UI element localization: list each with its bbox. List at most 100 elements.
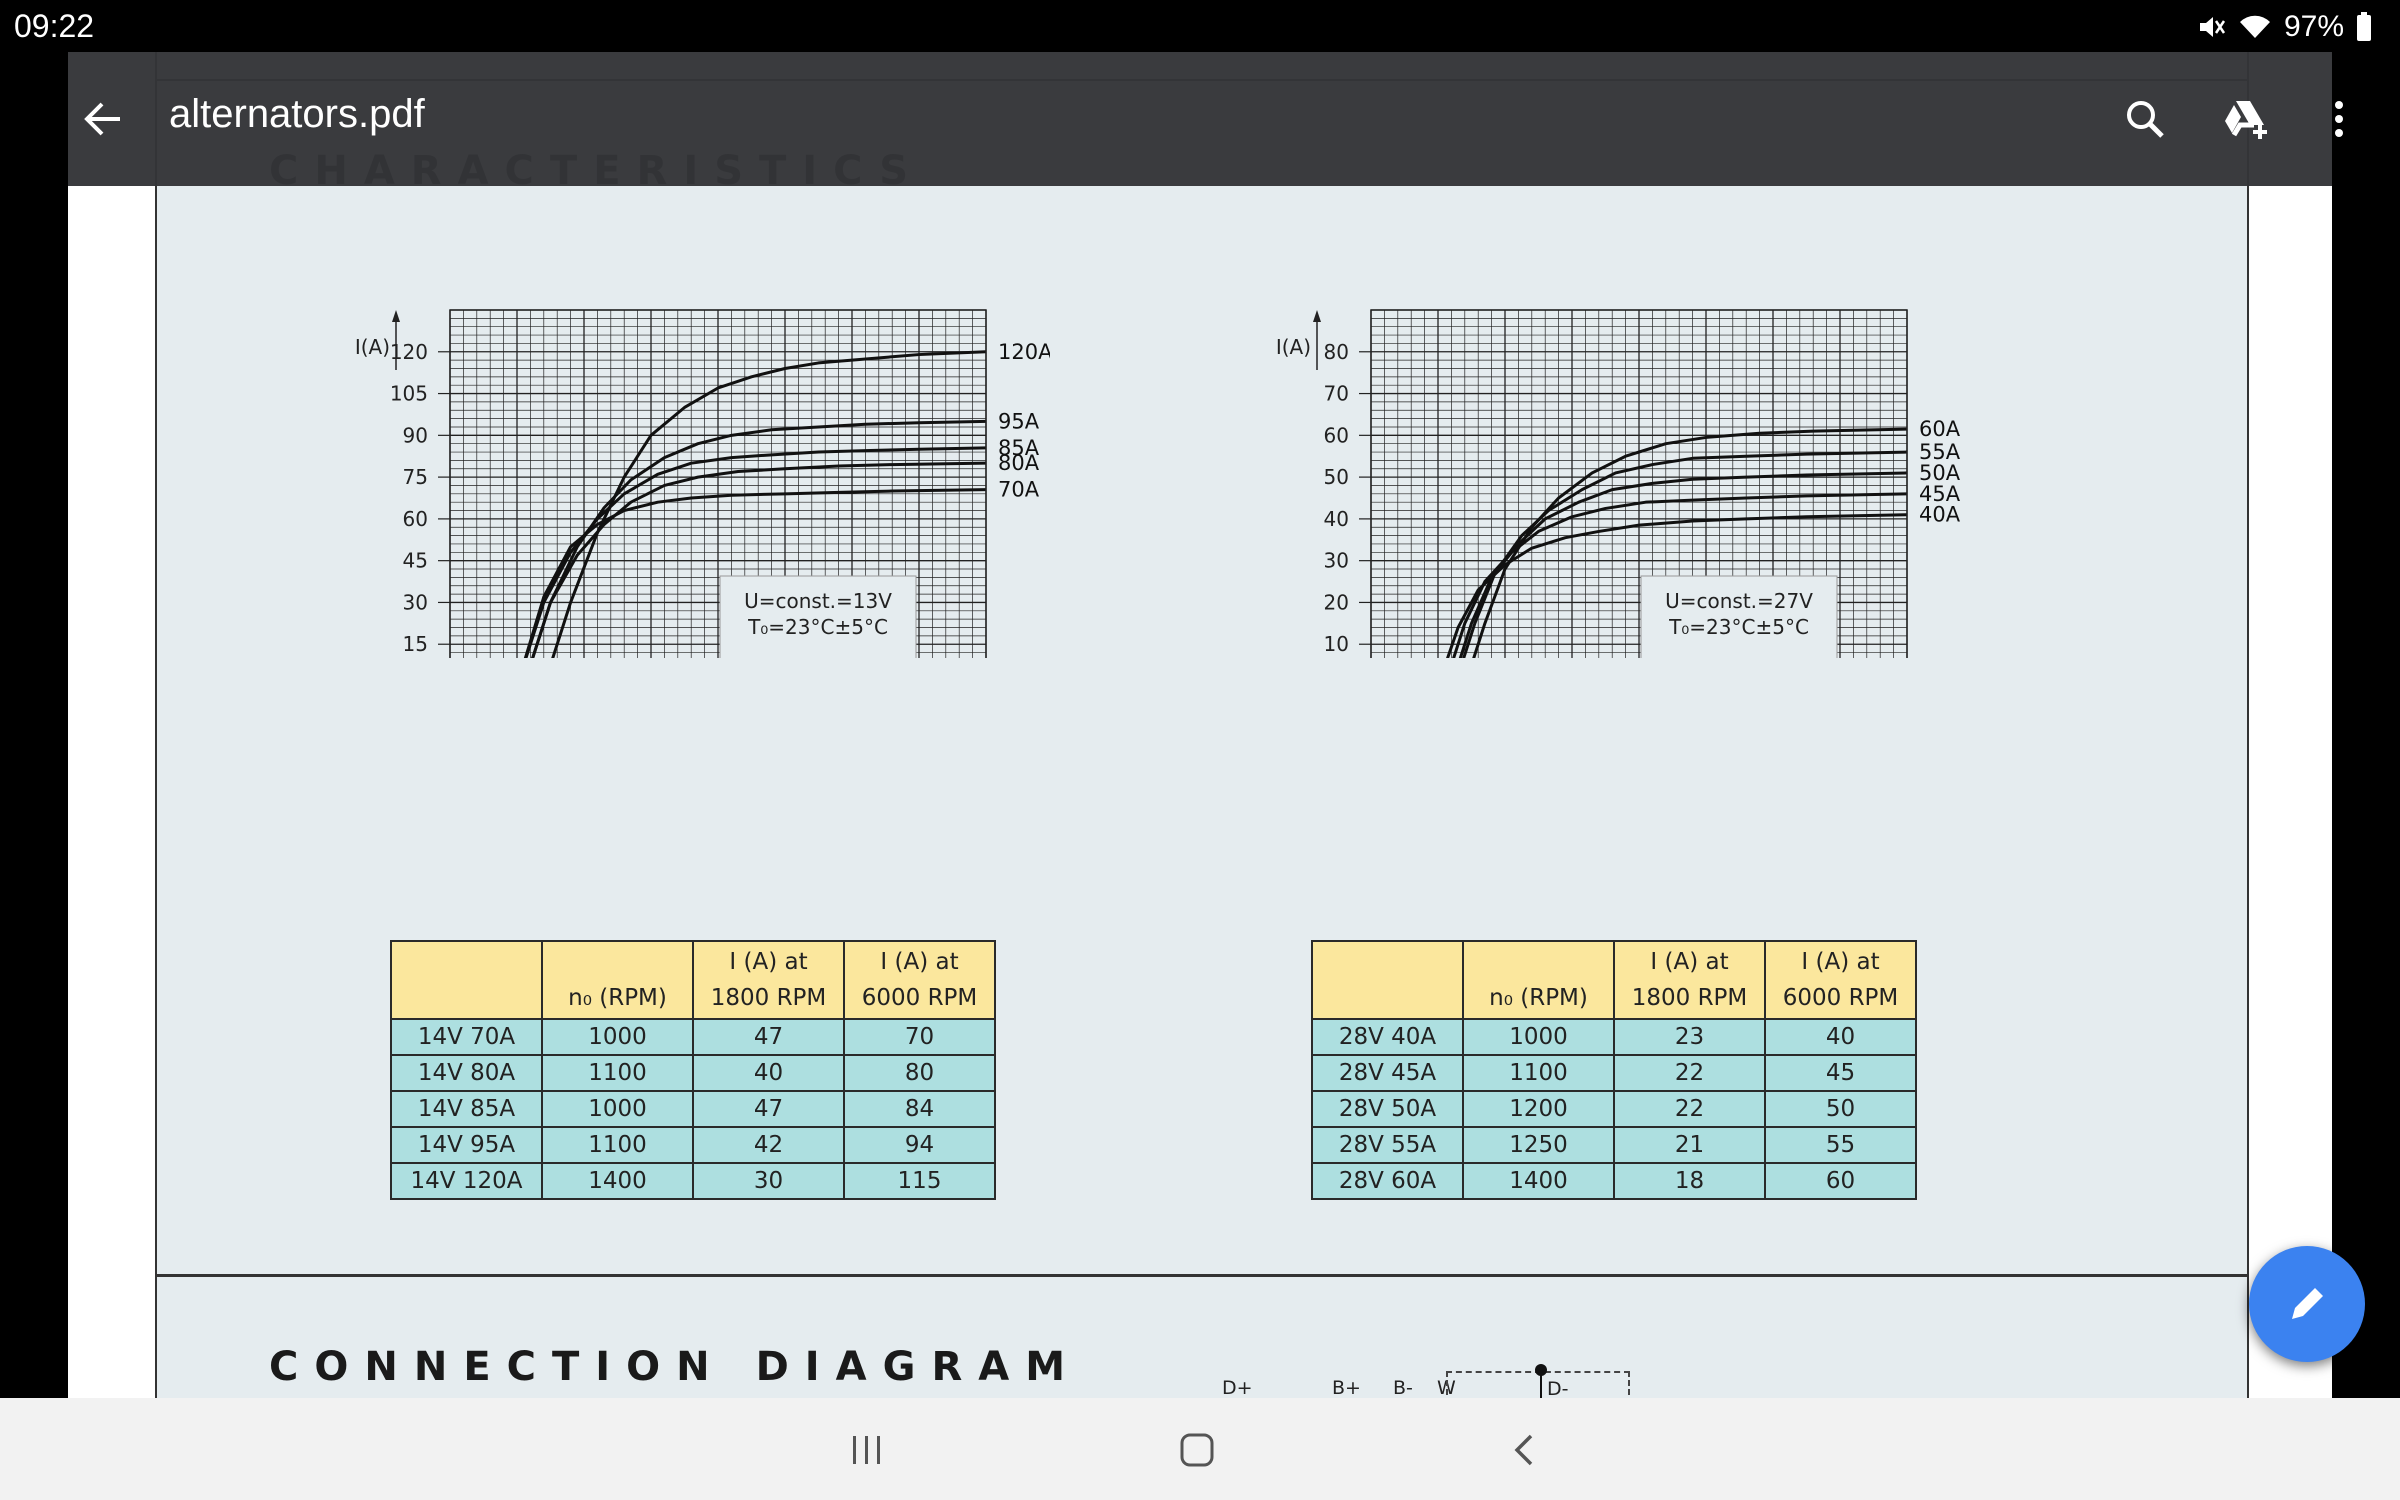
table-14v-header-row: n₀ (RPM) I (A) at 1800 RPM I (A) at 6000 RPM xyxy=(390,940,996,1020)
table-28v-row: 28V 45A 1100 22 45 xyxy=(1311,1054,1917,1092)
table-14v-row: 14V 80A 1100 40 80 xyxy=(390,1054,996,1092)
chart-14v: 0153045607590105120010002000300040005000… xyxy=(350,238,1053,771)
document-title: alternators.pdf xyxy=(169,92,425,136)
chart-28v-y-tick-label: 20 xyxy=(1324,590,1349,614)
chart-14v-y-tick-label: 15 xyxy=(403,632,428,656)
table-28v-cell: 28V 60A xyxy=(1311,1162,1464,1200)
table-28v-row: 28V 50A 1200 22 50 xyxy=(1311,1090,1917,1128)
table-14v-row: 14V 95A 1100 42 94 xyxy=(390,1126,996,1164)
table-14v-cell: 14V 120A xyxy=(390,1162,543,1200)
table-28v-cell: 18 xyxy=(1613,1162,1766,1200)
table-14v-cell: 94 xyxy=(843,1126,996,1164)
chart-28v: 0102030405060708001000200030004000500060… xyxy=(1271,238,1971,771)
chart-28v-y-axis-arrowhead xyxy=(1313,310,1321,322)
table-14v-cell: 47 xyxy=(692,1090,845,1128)
table-14v-cell: 1000 xyxy=(541,1090,694,1128)
table-14v-cell: 14V 95A xyxy=(390,1126,543,1164)
table-14v-cell: 80 xyxy=(843,1054,996,1092)
chart-14v-y-axis-arrowhead xyxy=(392,310,400,322)
table-28v-header-row: n₀ (RPM) I (A) at 1800 RPM I (A) at 6000 RPM xyxy=(1311,940,1917,1020)
table-28v-cell: 23 xyxy=(1613,1018,1766,1056)
chart-28v-y-tick-label: 30 xyxy=(1324,549,1349,573)
home-button[interactable] xyxy=(1152,1420,1242,1480)
home-icon xyxy=(1180,1433,1214,1467)
table-28v-cell: 1100 xyxy=(1462,1054,1615,1092)
table-14v-cell: 115 xyxy=(843,1162,996,1200)
table-14v: n₀ (RPM) I (A) at 1800 RPM I (A) at 6000 RPM… xyxy=(390,940,996,1200)
chart-14v-series-label: 95A xyxy=(998,409,1040,433)
table-14v-row: 14V 120A 1400 30 115 xyxy=(390,1162,996,1200)
edit-fab[interactable] xyxy=(2249,1246,2365,1362)
pencil-icon xyxy=(2292,1285,2326,1319)
chart-14v-y-tick-label: 75 xyxy=(403,465,428,489)
chart-14v-y-tick-label: 45 xyxy=(403,549,428,573)
recent-apps-button[interactable] xyxy=(822,1420,912,1480)
chart-28v-y-tick-label: 40 xyxy=(1324,507,1349,531)
table-14v-header-cell xyxy=(390,940,543,1020)
table-14v-cell: 84 xyxy=(843,1090,996,1128)
chart-28v-y-tick-label: 10 xyxy=(1324,632,1349,656)
chart-14v-y-axis-label: I(A) xyxy=(355,335,390,359)
pdf-viewer[interactable]: CHARACTERISTICS 015304560759010512001000… xyxy=(68,52,2332,1398)
table-14v-header-cell: I (A) at 6000 RPM xyxy=(843,940,996,1020)
chart-28v-y-tick-label: 70 xyxy=(1324,382,1349,406)
add-to-drive-button[interactable] xyxy=(2210,84,2280,154)
chart-14v-series-label: 120A xyxy=(998,340,1050,364)
table-14v-cell: 70 xyxy=(843,1018,996,1056)
table-28v-cell: 45 xyxy=(1764,1054,1917,1092)
table-28v-cell: 21 xyxy=(1613,1126,1766,1164)
table-28v-cell: 1400 xyxy=(1462,1162,1615,1200)
battery-icon xyxy=(2356,12,2372,42)
recents-icon xyxy=(853,1436,880,1464)
search-icon xyxy=(2127,101,2164,138)
status-time: 09:22 xyxy=(14,8,95,44)
chart-14v-svg: 0153045607590105120010002000300040005000… xyxy=(355,309,1053,771)
table-14v-cell: 1000 xyxy=(541,1018,694,1056)
wifi-icon xyxy=(2238,12,2272,42)
table-28v-cell: 50 xyxy=(1764,1090,1917,1128)
table-28v-cell: 22 xyxy=(1613,1090,1766,1128)
table-14v-cell: 14V 80A xyxy=(390,1054,543,1092)
table-14v-cell: 42 xyxy=(692,1126,845,1164)
terminal-label-d-plus: D+ xyxy=(1222,1377,1253,1398)
table-14v-cell: 1100 xyxy=(541,1126,694,1164)
table-14v-row: 14V 85A 1000 47 84 xyxy=(390,1090,996,1128)
table-28v-cell: 60 xyxy=(1764,1162,1917,1200)
table-28v-header-cell: I (A) at 6000 RPM xyxy=(1764,940,1917,1020)
table-14v-header-cell: I (A) at 1800 RPM xyxy=(692,940,845,1020)
chart-14v-annotation-text: T₀=23°C±5°C xyxy=(747,615,888,639)
chart-28v-series-label: 40A xyxy=(1919,503,1961,527)
pdf-page: CHARACTERISTICS 015304560759010512001000… xyxy=(155,52,2249,1398)
system-back-button[interactable] xyxy=(1480,1420,1570,1480)
table-14v-cell: 30 xyxy=(692,1162,845,1200)
section-heading-connection: CONNECTION DIAGRAM xyxy=(269,1344,1082,1390)
back-button[interactable] xyxy=(68,84,138,154)
table-14v-header-cell: n₀ (RPM) xyxy=(541,940,694,1020)
table-28v-cell: 1200 xyxy=(1462,1090,1615,1128)
battery-text: 97% xyxy=(2283,10,2344,43)
chart-28v-annotation-text: T₀=23°C±5°C xyxy=(1668,615,1809,639)
table-14v-cell: 1400 xyxy=(541,1162,694,1200)
table-28v-cell: 22 xyxy=(1613,1054,1766,1092)
table-14v-cell: 40 xyxy=(692,1054,845,1092)
table-28v-header-cell: I (A) at 1800 RPM xyxy=(1613,940,1766,1020)
chart-14v-y-tick-label: 90 xyxy=(403,423,428,447)
chart-14v-y-tick-label: 60 xyxy=(403,507,428,531)
chart-14v-annotation-text: U=const.=13V xyxy=(744,589,892,613)
chart-28v-y-axis-label: I(A) xyxy=(1276,335,1311,359)
search-button[interactable] xyxy=(2110,84,2180,154)
arrow-left-icon xyxy=(84,102,120,136)
chart-14v-series-label: 70A xyxy=(998,478,1040,502)
chart-14v-series-label: 80A xyxy=(998,451,1040,475)
table-28v-cell: 28V 45A xyxy=(1311,1054,1464,1092)
table-14v-row: 14V 70A 1000 47 70 xyxy=(390,1018,996,1056)
status-icons: 97% xyxy=(2196,10,2372,44)
table-28v-cell: 28V 55A xyxy=(1311,1126,1464,1164)
table-14v-cell: 1100 xyxy=(541,1054,694,1092)
more-vert-icon xyxy=(2335,101,2343,137)
table-14v-cell: 14V 70A xyxy=(390,1018,543,1056)
table-28v-cell: 1000 xyxy=(1462,1018,1615,1056)
more-options-button[interactable] xyxy=(2304,84,2374,154)
app-toolbar: alternators.pdf xyxy=(68,52,2343,186)
table-28v-cell: 28V 50A xyxy=(1311,1090,1464,1128)
